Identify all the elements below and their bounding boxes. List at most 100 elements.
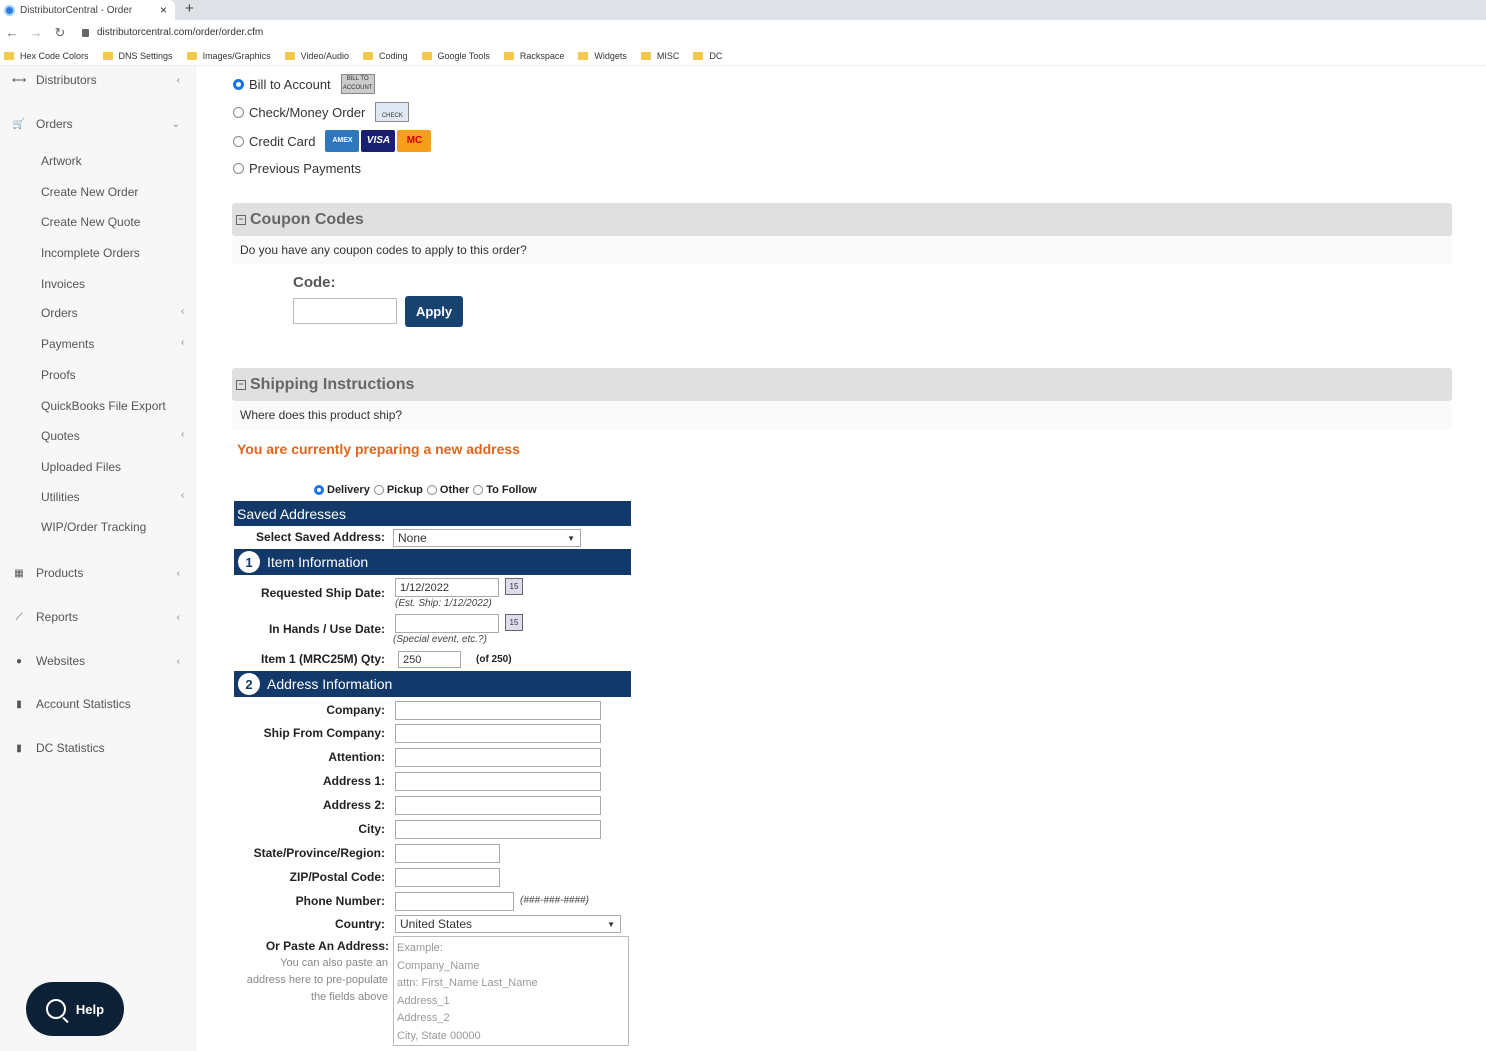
bookmark-item[interactable]: Images/Graphics xyxy=(186,51,271,61)
sidebar-subitem[interactable]: Orders ‹ xyxy=(41,306,184,320)
sidebar-subitem[interactable]: Artwork xyxy=(41,154,82,168)
payment-option-bill[interactable]: Bill to Account BILL TO ACCOUNT xyxy=(233,74,375,94)
sidebar-subitem[interactable]: Utilities ‹ xyxy=(41,490,184,504)
collapse-icon[interactable]: − xyxy=(236,214,246,225)
bookmark-item[interactable]: Widgets xyxy=(578,51,627,61)
chevron-down-icon: ▼ xyxy=(567,533,575,543)
chevron-left-icon: ‹ xyxy=(176,611,180,623)
sidebar-subitem[interactable]: Create New Quote xyxy=(41,215,140,229)
phone-input[interactable] xyxy=(395,892,514,911)
distributors-icon: ⟷ xyxy=(12,74,27,86)
bookmark-label: Coding xyxy=(378,51,408,61)
state-input[interactable] xyxy=(395,844,500,863)
new-tab-icon[interactable]: + xyxy=(185,0,194,17)
sidebar-subitem-label: QuickBooks File Export xyxy=(41,399,166,413)
bookmark-label: Rackspace xyxy=(519,51,565,61)
shipping-question: Where does this product ship? xyxy=(240,408,403,422)
sidebar-item-reports[interactable]: ⟋ Reports ‹ xyxy=(0,610,196,624)
qty-label: Item 1 (MRC25M) Qty: xyxy=(260,652,385,666)
sidebar-subitem[interactable]: Invoices xyxy=(41,277,85,291)
sidebar-subitem-label: Uploaded Files xyxy=(41,460,122,474)
quantity-input[interactable]: 250 xyxy=(398,651,461,668)
address-info-title: Address Information xyxy=(267,676,393,692)
sidebar-subitem[interactable]: Quotes ‹ xyxy=(41,429,184,443)
reload-icon[interactable]: ↻ xyxy=(48,25,72,41)
bookmark-item[interactable]: Coding xyxy=(362,51,408,61)
sidebar-subitem[interactable]: Create New Order xyxy=(41,185,138,199)
zip-input[interactable] xyxy=(395,868,500,887)
bookmark-item[interactable]: Google Tools xyxy=(421,51,490,61)
sidebar-subitem[interactable]: Uploaded Files xyxy=(41,460,121,474)
bookmark-label: DNS Settings xyxy=(118,51,173,61)
coupon-section-header[interactable]: − Coupon Codes xyxy=(232,203,1452,236)
to-follow-label: To Follow xyxy=(486,484,537,496)
sidebar-subitem-label: Quotes xyxy=(41,429,80,443)
saved-address-value: None xyxy=(398,531,427,545)
apply-button[interactable]: Apply xyxy=(405,296,463,327)
bookmark-label: Google Tools xyxy=(437,51,490,61)
city-input[interactable] xyxy=(395,820,601,839)
url-field[interactable]: distributorcentral.com/order/order.cfm xyxy=(82,27,263,38)
state-label: State/Province/Region: xyxy=(253,846,385,860)
sidebar-item-dc-statistics[interactable]: ▮ DC Statistics xyxy=(0,741,196,755)
calendar-icon[interactable]: 15 xyxy=(505,614,523,631)
check-radio[interactable] xyxy=(233,106,244,118)
forward-icon[interactable]: → xyxy=(24,25,48,40)
coupon-code-input[interactable] xyxy=(293,298,397,324)
bookmark-item[interactable]: Rackspace xyxy=(503,51,565,61)
close-tab-icon[interactable]: × xyxy=(160,3,167,17)
sidebar-subitem[interactable]: WIP/Order Tracking xyxy=(41,520,146,534)
sidebar-subitem[interactable]: QuickBooks File Export xyxy=(41,399,166,413)
req-ship-label: Requested Ship Date: xyxy=(260,586,385,600)
address2-input[interactable] xyxy=(395,796,601,815)
country-label: Country: xyxy=(335,917,385,931)
bookmark-item[interactable]: Video/Audio xyxy=(284,51,349,61)
company-input[interactable] xyxy=(395,701,601,720)
chevron-left-icon: ‹ xyxy=(181,306,185,317)
sidebar-item-orders[interactable]: 🛒 Orders ⌄ xyxy=(0,117,196,131)
shipping-section-header[interactable]: − Shipping Instructions xyxy=(232,368,1452,401)
sidebar-item-account-statistics[interactable]: ▮ Account Statistics xyxy=(0,697,196,711)
attention-input[interactable] xyxy=(395,748,601,767)
payment-option-previous[interactable]: Previous Payments xyxy=(233,161,361,176)
in-hands-date-input[interactable] xyxy=(395,614,499,633)
back-icon[interactable]: ← xyxy=(0,25,24,40)
bookmark-item[interactable]: DC xyxy=(693,51,722,61)
sidebar-subitem[interactable]: Payments ‹ xyxy=(41,337,184,351)
bookmark-label: Images/Graphics xyxy=(202,51,271,61)
favicon-icon xyxy=(4,4,15,16)
bar-chart-icon: ▮ xyxy=(16,742,22,754)
ship-from-input[interactable] xyxy=(395,724,601,743)
bookmark-item[interactable]: MISC xyxy=(640,51,679,61)
requested-ship-date-input[interactable]: 1/12/2022 xyxy=(395,578,499,597)
paste-address-textarea[interactable]: Example: Company_Name attn: First_Name L… xyxy=(393,936,629,1046)
address-bar: ← → ↻ distributorcentral.com/order/order… xyxy=(0,20,1486,45)
pickup-radio[interactable] xyxy=(373,485,384,495)
bookmark-item[interactable]: DNS Settings xyxy=(102,51,173,61)
country-select[interactable]: United States ▼ xyxy=(395,915,621,933)
sidebar-subitem[interactable]: Incomplete Orders xyxy=(41,246,140,260)
sidebar-item-products[interactable]: ▦ Products ‹ xyxy=(0,566,196,580)
bookmark-item[interactable]: Hex Code Colors xyxy=(4,51,89,61)
credit-radio[interactable] xyxy=(233,135,244,147)
sidebar-item-distributors[interactable]: ⟷ Distributors ‹ xyxy=(0,73,196,87)
to-follow-radio[interactable] xyxy=(473,485,484,495)
attention-label: Attention: xyxy=(328,750,385,764)
calendar-icon[interactable]: 15 xyxy=(505,578,523,595)
delivery-radio[interactable] xyxy=(314,485,324,495)
browser-tab[interactable]: DistributorCentral - Order × xyxy=(0,0,175,20)
coupon-title: Coupon Codes xyxy=(250,210,364,228)
collapse-icon[interactable]: − xyxy=(236,379,246,390)
help-button[interactable]: Help xyxy=(26,982,124,1036)
sidebar-subitem[interactable]: Proofs xyxy=(41,368,76,382)
payment-option-credit[interactable]: Credit Card AMEX VISA MC xyxy=(233,130,433,152)
other-radio[interactable] xyxy=(426,485,437,495)
payment-option-check[interactable]: Check/Money Order CHECK xyxy=(233,102,410,122)
previous-radio[interactable] xyxy=(233,163,244,174)
req-ship-hint: (Est. Ship: 1/12/2022) xyxy=(395,598,492,609)
sidebar-item-websites[interactable]: ● Websites ‹ xyxy=(0,654,196,668)
sidebar-subitem-label: Artwork xyxy=(41,154,82,168)
saved-address-select[interactable]: None ▼ xyxy=(393,529,581,547)
bill-radio[interactable] xyxy=(233,78,244,90)
address1-input[interactable] xyxy=(395,772,601,791)
